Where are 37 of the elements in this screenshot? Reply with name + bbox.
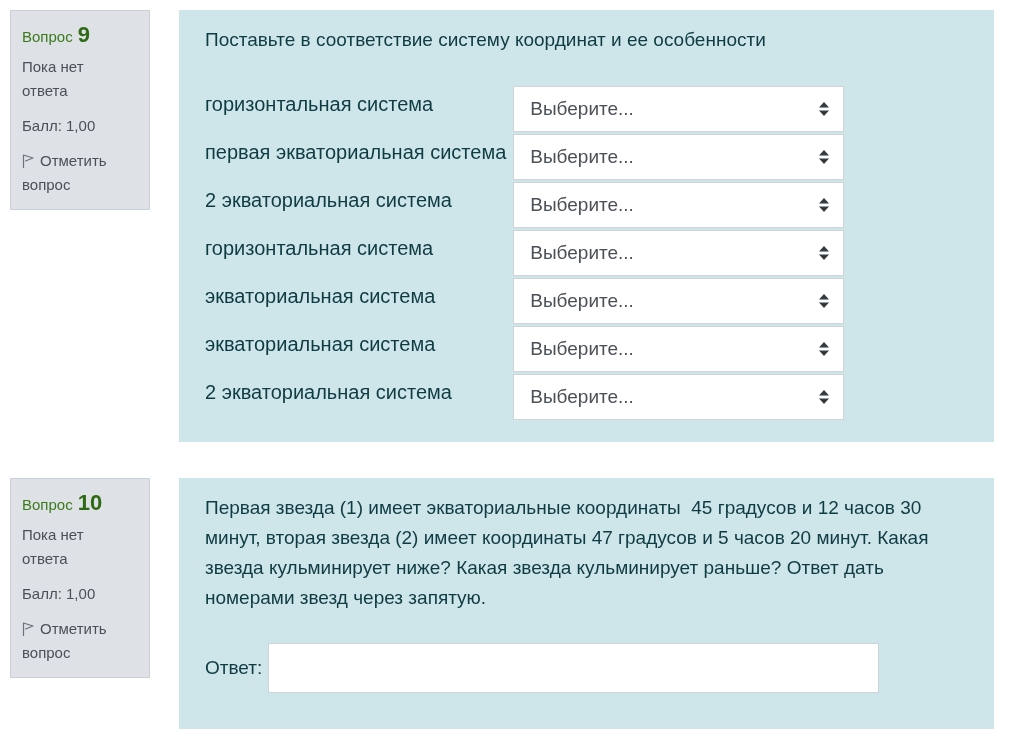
dropdown[interactable]: Выберите... [513, 230, 845, 276]
answer-field[interactable] [268, 643, 880, 693]
question-text: Первая звезда (1) имеет экваториальные координаты 45 градусов и 12 часов 30 минут, вторая звезда (2) имеет координаты 47 градусов и 5 часов 20 минут. Какая звезда кульминирует ниже? Какая звезда кульминирует раньше? Ответ дать номерами звезд через запятую. [205, 496, 930, 610]
grade-text: Балл: 1,00 [22, 584, 97, 604]
updown-caret-icon [819, 294, 830, 308]
updown-caret-icon [819, 390, 830, 404]
dropdown[interactable]: Выберите... [513, 182, 845, 228]
flag-question-link[interactable]: Отметить вопрос [22, 617, 127, 665]
question-label: Вопрос [22, 495, 73, 515]
match-item-label: экваториальная система [205, 284, 437, 309]
answer-status: Пока нет ответа [22, 57, 85, 101]
question-label: Вопрос [22, 27, 73, 47]
question-number: 9 [77, 21, 90, 49]
match-item-label: горизонтальная система [205, 92, 435, 117]
dropdown[interactable]: Выберите... [513, 86, 845, 132]
updown-caret-icon [819, 342, 830, 356]
question-number: 10 [77, 489, 103, 517]
flag-icon [22, 622, 34, 636]
updown-caret-icon [819, 198, 830, 212]
answer-status: Пока нет ответа [22, 525, 85, 569]
updown-caret-icon [819, 102, 830, 116]
flag-question-link[interactable]: Отметить вопрос [22, 149, 127, 197]
match-item-label: 2 экваториальная система [205, 380, 453, 405]
match-item-label: первая экваториальная система [205, 140, 507, 165]
updown-caret-icon [819, 246, 830, 260]
match-item-label: 2 экваториальная система [205, 188, 453, 213]
updown-caret-icon [819, 150, 830, 164]
dropdown[interactable]: Выберите... [513, 278, 845, 324]
match-item-label: горизонтальная система [205, 236, 435, 261]
flag-icon [22, 154, 34, 168]
answer-label: Ответ: [205, 655, 263, 680]
dropdown[interactable]: Выберите... [513, 134, 845, 180]
dropdown[interactable]: Выберите... [513, 326, 845, 372]
dropdown[interactable]: Выберите... [513, 374, 845, 420]
question-text: Поставьте в соответствие систему координат и ее особенности [205, 28, 767, 52]
grade-text: Балл: 1,00 [22, 116, 97, 136]
match-item-label: экваториальная система [205, 332, 437, 357]
